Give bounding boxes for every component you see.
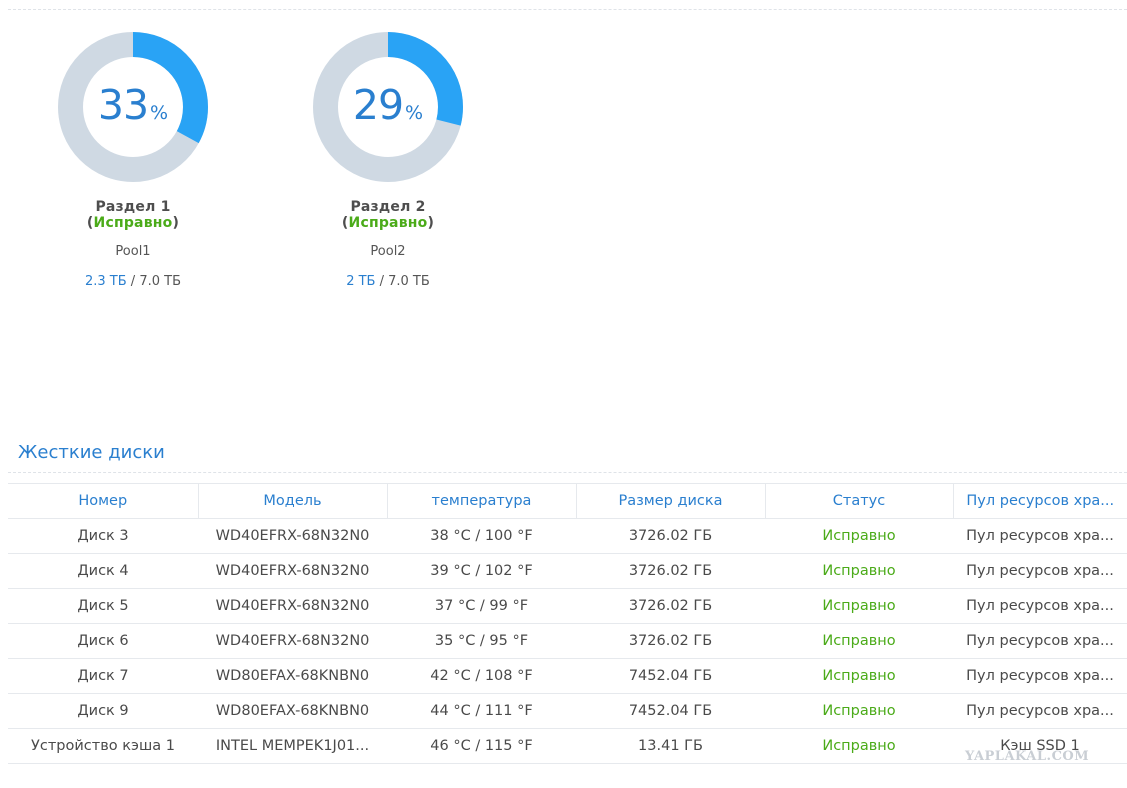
pool-1-usage-donut: 33%	[57, 31, 209, 183]
cell-disk-size: 7452.04 ГБ	[576, 693, 765, 729]
site-watermark: YAPLAKAL.COM	[965, 749, 1090, 764]
section-divider	[8, 472, 1127, 473]
cell-status: Исправно	[765, 518, 953, 554]
pool-2-status: Исправно	[348, 215, 428, 231]
cell-storage-pool: Пул ресурсов хра...	[953, 623, 1127, 659]
cell-number: Диск 5	[8, 588, 198, 624]
hard-disks-table: Номер Модель температура Размер диска Ст…	[8, 483, 1127, 764]
pool-2-widget[interactable]: 29% Раздел 2 (Исправно) Pool2 2 ТБ / 7.0…	[303, 31, 473, 289]
pool-2-percent-sign: %	[405, 102, 424, 124]
column-header-disk-size[interactable]: Размер диска	[576, 483, 766, 519]
table-row[interactable]: Диск 7 WD80EFAX-68KNBN0 42 °C / 108 °F 7…	[8, 658, 1127, 694]
pool-2-title: Раздел 2 (Исправно)	[303, 199, 473, 231]
cell-model: WD40EFRX-68N32N0	[198, 588, 387, 624]
cell-temperature: 38 °C / 100 °F	[387, 518, 576, 554]
cell-model: WD40EFRX-68N32N0	[198, 553, 387, 589]
cell-disk-size: 13.41 ГБ	[576, 728, 765, 764]
cell-status: Исправно	[765, 623, 953, 659]
cell-number: Диск 3	[8, 518, 198, 554]
pool-1-percent: 33%	[57, 78, 209, 141]
cell-temperature: 44 °C / 111 °F	[387, 693, 576, 729]
pool-1-status: Исправно	[93, 215, 173, 231]
cell-model: WD80EFAX-68KNBN0	[198, 658, 387, 694]
column-header-number[interactable]: Номер	[8, 483, 199, 519]
cell-status: Исправно	[765, 693, 953, 729]
cell-storage-pool: Пул ресурсов хра...	[953, 693, 1127, 729]
cell-temperature: 46 °C / 115 °F	[387, 728, 576, 764]
cell-status: Исправно	[765, 728, 953, 764]
cell-storage-pool: Пул ресурсов хра...	[953, 518, 1127, 554]
pool-2-usage-donut: 29%	[312, 31, 464, 183]
cell-disk-size: 3726.02 ГБ	[576, 518, 765, 554]
pool-1-name: Pool1	[115, 244, 151, 259]
pool-2-percent-value: 29	[352, 81, 404, 129]
column-header-status[interactable]: Статус	[765, 483, 954, 519]
cell-number: Диск 9	[8, 693, 198, 729]
cell-number: Диск 6	[8, 623, 198, 659]
cell-status: Исправно	[765, 553, 953, 589]
cell-storage-pool: Пул ресурсов хра...	[953, 588, 1127, 624]
hard-disks-section-title: Жесткие диски	[18, 442, 165, 463]
cell-model: WD40EFRX-68N32N0	[198, 518, 387, 554]
table-row[interactable]: Диск 5 WD40EFRX-68N32N0 37 °C / 99 °F 37…	[8, 588, 1127, 624]
table-row[interactable]: Диск 3 WD40EFRX-68N32N0 38 °C / 100 °F 3…	[8, 518, 1127, 554]
cell-disk-size: 3726.02 ГБ	[576, 553, 765, 589]
column-header-temperature[interactable]: температура	[387, 483, 577, 519]
pool-2-total: / 7.0 ТБ	[375, 274, 430, 289]
cell-storage-pool: Пул ресурсов хра...	[953, 553, 1127, 589]
table-row[interactable]: Устройство кэша 1 INTEL MEMPEK1J01... 46…	[8, 728, 1127, 764]
top-divider	[8, 9, 1127, 10]
cell-number: Устройство кэша 1	[8, 728, 198, 764]
pool-1-usage: 2.3 ТБ / 7.0 ТБ	[48, 274, 218, 289]
column-header-model[interactable]: Модель	[198, 483, 388, 519]
cell-number: Диск 4	[8, 553, 198, 589]
pool-1-title: Раздел 1 (Исправно)	[48, 199, 218, 231]
pool-2-used: 2 ТБ	[346, 274, 376, 289]
pool-2-title-suffix: )	[427, 215, 435, 231]
cell-disk-size: 7452.04 ГБ	[576, 658, 765, 694]
pool-1-percent-value: 33	[97, 81, 149, 129]
pool-2-percent: 29%	[312, 78, 464, 141]
pool-1-widget[interactable]: 33% Раздел 1 (Исправно) Pool1 2.3 ТБ / 7…	[48, 31, 218, 289]
pool-1-title-suffix: )	[172, 215, 180, 231]
cell-model: WD40EFRX-68N32N0	[198, 623, 387, 659]
cell-model: INTEL MEMPEK1J01...	[198, 728, 387, 764]
table-row[interactable]: Диск 9 WD80EFAX-68KNBN0 44 °C / 111 °F 7…	[8, 693, 1127, 729]
pool-1-percent-sign: %	[150, 102, 169, 124]
pool-2-name: Pool2	[370, 244, 406, 259]
cell-storage-pool: Пул ресурсов хра...	[953, 658, 1127, 694]
cell-number: Диск 7	[8, 658, 198, 694]
cell-disk-size: 3726.02 ГБ	[576, 623, 765, 659]
cell-status: Исправно	[765, 588, 953, 624]
pool-1-total: / 7.0 ТБ	[126, 274, 181, 289]
cell-temperature: 39 °C / 102 °F	[387, 553, 576, 589]
cell-disk-size: 3726.02 ГБ	[576, 588, 765, 624]
pool-1-used: 2.3 ТБ	[85, 274, 127, 289]
cell-temperature: 35 °C / 95 °F	[387, 623, 576, 659]
cell-temperature: 37 °C / 99 °F	[387, 588, 576, 624]
table-row[interactable]: Диск 6 WD40EFRX-68N32N0 35 °C / 95 °F 37…	[8, 623, 1127, 659]
column-header-storage-pool[interactable]: Пул ресурсов хра...	[953, 483, 1127, 519]
cell-status: Исправно	[765, 658, 953, 694]
pool-2-usage: 2 ТБ / 7.0 ТБ	[303, 274, 473, 289]
table-header-row: Номер Модель температура Размер диска Ст…	[8, 483, 1127, 519]
cell-model: WD80EFAX-68KNBN0	[198, 693, 387, 729]
table-row[interactable]: Диск 4 WD40EFRX-68N32N0 39 °C / 102 °F 3…	[8, 553, 1127, 589]
cell-temperature: 42 °C / 108 °F	[387, 658, 576, 694]
